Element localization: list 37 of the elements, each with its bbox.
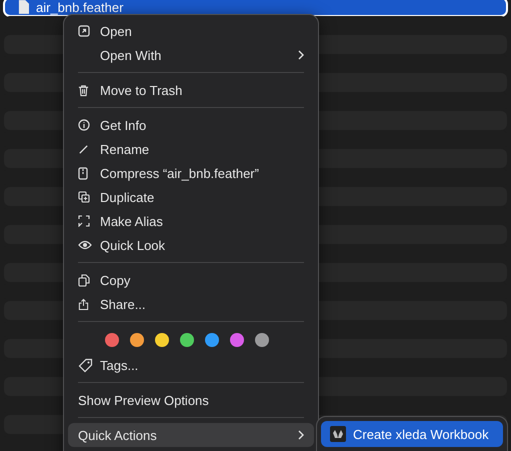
- tag-color-dot[interactable]: [205, 333, 219, 347]
- menu-item[interactable]: Quick Look: [68, 233, 314, 257]
- menu-item[interactable]: Copy: [68, 268, 314, 292]
- app-logo-icon: [330, 426, 346, 442]
- file-row[interactable]: air_bnb.feather: [4, 0, 507, 16]
- menu-item[interactable]: Create xleda Workbook: [321, 421, 503, 447]
- menu-item[interactable]: Move to Trash: [68, 78, 314, 102]
- menu-item[interactable]: Share...: [68, 292, 314, 316]
- share-icon: [78, 298, 89, 310]
- menu-item[interactable]: Open With: [68, 43, 314, 67]
- tag-color-dot[interactable]: [230, 333, 244, 347]
- alias-icon: [78, 215, 90, 227]
- info-icon: [78, 119, 90, 131]
- pencil-icon: [78, 144, 89, 154]
- menu-item[interactable]: Compress “air_bnb.feather”: [68, 161, 314, 185]
- tag-color-dot[interactable]: [155, 333, 169, 347]
- tag-color-dot[interactable]: [180, 333, 194, 347]
- tag-color-dot[interactable]: [255, 333, 269, 347]
- menu-item[interactable]: Make Alias: [68, 209, 314, 233]
- menu-item[interactable]: Show Preview Options: [68, 388, 314, 412]
- menu-item[interactable]: Tags...: [68, 353, 314, 377]
- file-name: air_bnb.feather: [36, 0, 124, 14]
- tag-color-dot[interactable]: [130, 333, 144, 347]
- archive-icon: [78, 166, 88, 180]
- menu-item[interactable]: Get Info: [68, 113, 314, 137]
- menu-item[interactable]: Quick Actions: [68, 423, 314, 447]
- tag-color-dot[interactable]: [105, 333, 119, 347]
- trash-icon: [78, 84, 89, 96]
- eye-icon: [78, 240, 92, 250]
- tag-icon: [78, 358, 93, 372]
- copy-icon: [78, 274, 90, 286]
- duplicate-icon: [78, 191, 90, 203]
- menu-item[interactable]: Rename: [68, 137, 314, 161]
- menu-item[interactable]: Duplicate: [68, 185, 314, 209]
- open-icon: [78, 25, 90, 37]
- document-icon: [18, 0, 29, 14]
- menu-item[interactable]: Open: [68, 19, 314, 43]
